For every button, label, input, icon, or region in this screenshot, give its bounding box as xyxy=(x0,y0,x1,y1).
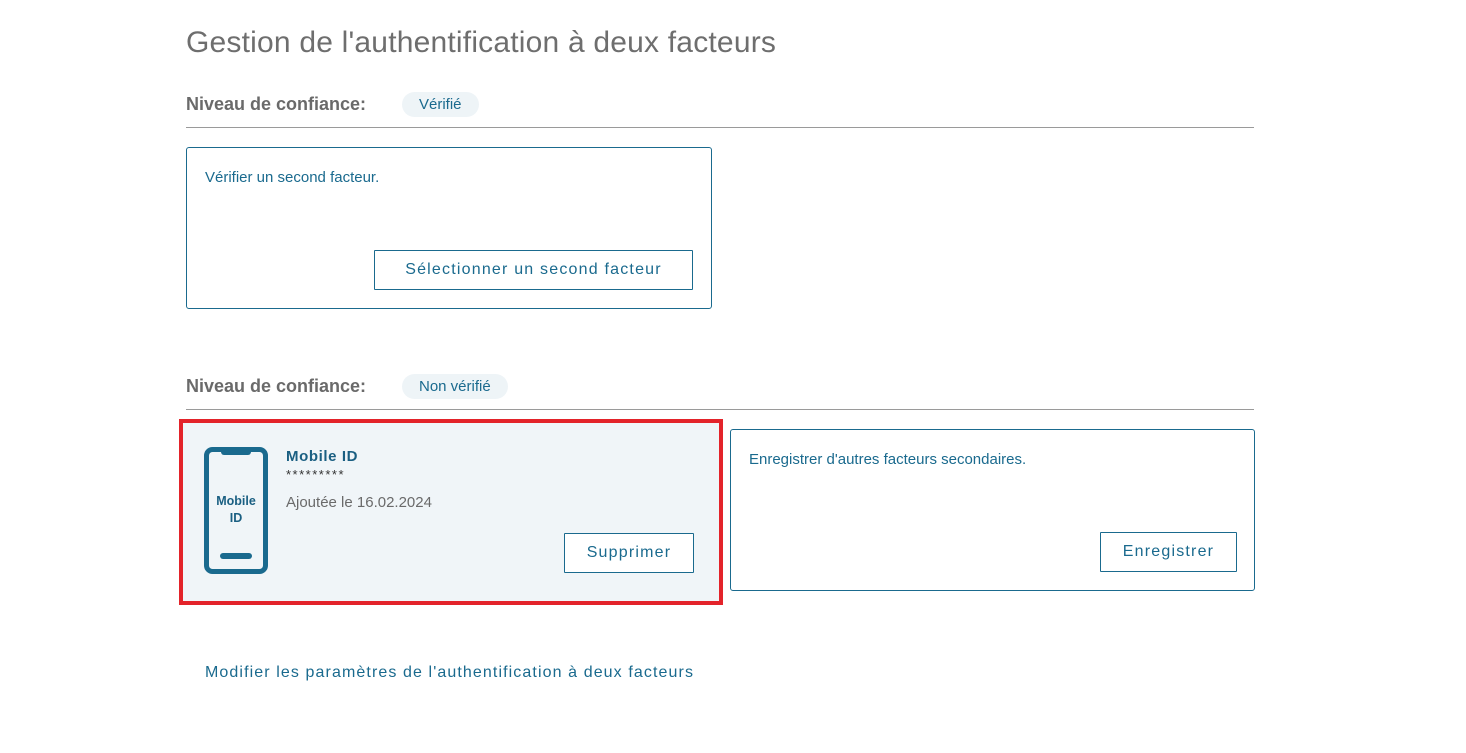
factor-added-date: Ajoutée le 16.02.2024 xyxy=(286,494,432,511)
phone-icon-text-line1: Mobile xyxy=(216,494,256,508)
mobile-phone-icon: Mobile ID xyxy=(204,447,268,574)
factor-name: Mobile ID xyxy=(286,448,359,465)
trust-level-header-unverified: Niveau de confiance: Non vérifié xyxy=(186,374,1254,410)
trust-level-badge-verified: Vérifié xyxy=(402,92,479,117)
trust-level-label: Niveau de confiance: xyxy=(186,376,367,396)
trust-level-badge-unverified: Non vérifié xyxy=(402,374,508,399)
register-button[interactable]: Enregistrer xyxy=(1100,532,1237,572)
factor-masked-number: ********* xyxy=(286,467,346,482)
select-second-factor-button[interactable]: Sélectionner un second facteur xyxy=(374,250,693,290)
modify-2fa-settings-link[interactable]: Modifier les paramètres de l'authentific… xyxy=(205,664,694,682)
select-second-factor-card: Vérifier un second facteur. Sélectionner… xyxy=(186,147,712,309)
trust-level-label: Niveau de confiance: xyxy=(186,94,367,114)
page-title: Gestion de l'authentification à deux fac… xyxy=(186,26,777,59)
select-second-factor-message: Vérifier un second facteur. xyxy=(205,169,380,186)
mobile-id-factor-card: Mobile ID Mobile ID ********* Ajoutée le… xyxy=(183,423,719,601)
two-factor-page: Gestion de l'authentification à deux fac… xyxy=(0,0,1466,753)
delete-factor-button[interactable]: Supprimer xyxy=(564,533,694,573)
trust-level-header-verified: Niveau de confiance: Vérifié xyxy=(186,92,1254,128)
register-factors-card: Enregistrer d'autres facteurs secondaire… xyxy=(730,429,1255,591)
phone-icon-text-line2: ID xyxy=(230,511,243,525)
register-factors-message: Enregistrer d'autres facteurs secondaire… xyxy=(749,451,1027,468)
